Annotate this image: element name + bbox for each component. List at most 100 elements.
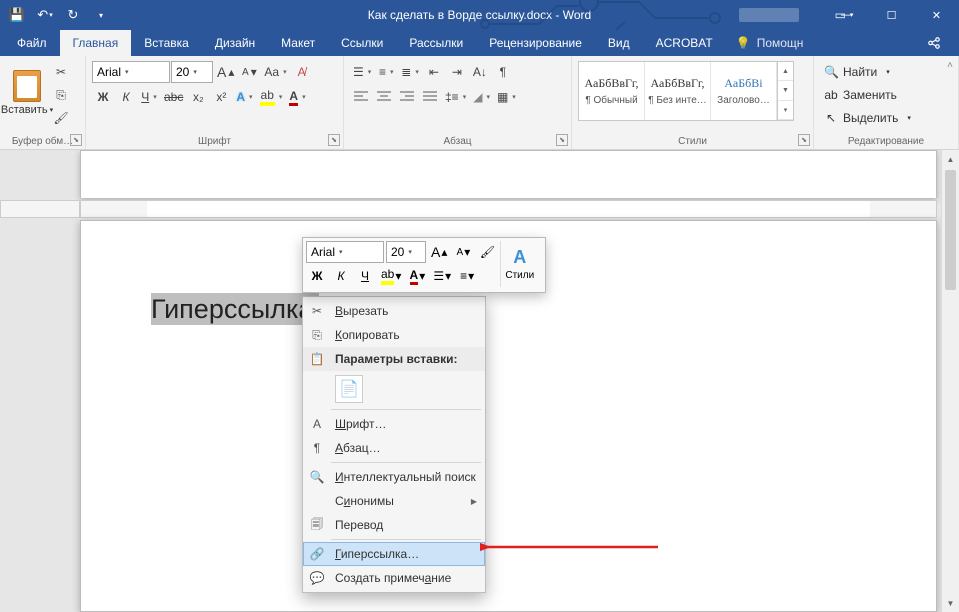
translate-icon: 🗐: [307, 515, 327, 536]
page-previous-fragment: [80, 150, 937, 198]
sort-button[interactable]: A↓: [469, 61, 491, 83]
tell-me-box[interactable]: 💡Помощн: [726, 30, 814, 56]
tab-mailings[interactable]: Рассылки: [396, 30, 476, 56]
qat-customize-button[interactable]: ▾: [88, 2, 114, 28]
maximize-button[interactable]: ☐: [869, 0, 914, 30]
style-heading1[interactable]: АаБбВіЗаголово…: [711, 62, 777, 120]
line-spacing-button[interactable]: ‡≡▾: [442, 86, 469, 108]
ctx-cut[interactable]: ✂Вырезать: [303, 299, 485, 323]
align-left-button[interactable]: [350, 86, 372, 108]
tab-file[interactable]: Файл: [4, 30, 60, 56]
mini-bullets[interactable]: ☰▾: [430, 265, 454, 287]
show-marks-button[interactable]: ¶: [492, 61, 514, 83]
mini-font-combo[interactable]: Arial▾: [306, 241, 384, 263]
mini-numbering[interactable]: ≡▾: [456, 265, 478, 287]
mini-highlight[interactable]: ab▾: [378, 265, 404, 287]
undo-button[interactable]: ↶▾: [32, 2, 58, 28]
mini-styles-button[interactable]: A Стили: [500, 241, 538, 287]
horizontal-ruler[interactable]: [80, 200, 937, 218]
tab-home[interactable]: Главная: [60, 30, 132, 56]
mini-grow-font[interactable]: A▴: [428, 241, 450, 263]
ctx-hyperlink[interactable]: 🔗Гиперссылка…: [303, 542, 485, 566]
styles-gallery-scroll[interactable]: ▲▼▾: [777, 62, 793, 120]
ctx-comment[interactable]: 💬Создать примечание: [303, 566, 485, 590]
decrease-indent-button[interactable]: ⇤: [423, 61, 445, 83]
strikethrough-button[interactable]: abc: [161, 86, 186, 108]
close-button[interactable]: ✕: [914, 0, 959, 30]
font-color-button[interactable]: A▾: [286, 86, 308, 108]
window-controls: — ☐ ✕: [824, 0, 959, 30]
bullets-button[interactable]: ☰▾: [350, 61, 374, 83]
ctx-font[interactable]: AШрифт…: [303, 412, 485, 436]
scroll-up-button[interactable]: ▲: [942, 150, 959, 168]
increase-indent-button[interactable]: ⇥: [446, 61, 468, 83]
minimize-button[interactable]: —: [824, 0, 869, 30]
italic-button[interactable]: К: [115, 86, 137, 108]
align-right-button[interactable]: [396, 86, 418, 108]
ctx-smart-lookup[interactable]: 🔍Интеллектуальный поиск: [303, 465, 485, 489]
copy-button[interactable]: ⎘: [50, 84, 72, 106]
bold-button[interactable]: Ж: [92, 86, 114, 108]
account-area[interactable]: [719, 0, 819, 30]
style-no-spacing[interactable]: АаБбВвГг,¶ Без инте…: [645, 62, 711, 120]
styles-dialog-launcher[interactable]: ⬊: [798, 134, 810, 146]
font-name-combo[interactable]: Arial▾: [92, 61, 170, 83]
font-size-combo[interactable]: 20▾: [171, 61, 213, 83]
cut-button[interactable]: ✂: [50, 61, 72, 83]
highlight-button[interactable]: ab▾: [257, 86, 286, 108]
share-button[interactable]: [915, 30, 953, 56]
paste-button[interactable]: Вставить▾: [6, 59, 48, 127]
tab-acrobat[interactable]: ACROBAT: [643, 30, 726, 56]
replace-button[interactable]: abЗаменить: [820, 84, 915, 106]
subscript-button[interactable]: x₂: [187, 86, 209, 108]
tab-insert[interactable]: Вставка: [131, 30, 202, 56]
clear-formatting-button[interactable]: A̸: [291, 61, 313, 83]
mini-format-painter[interactable]: 🖌: [476, 241, 498, 263]
numbering-button[interactable]: ≡▾: [375, 61, 397, 83]
ctx-translate[interactable]: 🗐Перевод: [303, 513, 485, 537]
borders-button[interactable]: ▦▾: [494, 86, 519, 108]
ctx-synonyms[interactable]: Синонимы▶: [303, 489, 485, 513]
superscript-button[interactable]: x²: [210, 86, 232, 108]
mini-shrink-font[interactable]: A▾: [452, 241, 474, 263]
text-effects-button[interactable]: A▾: [233, 86, 255, 108]
paste-option-keep-text[interactable]: 📄: [335, 375, 363, 403]
select-button[interactable]: ↖Выделить▾: [820, 107, 915, 129]
scroll-thumb[interactable]: [945, 170, 956, 290]
multilevel-list-button[interactable]: ≣▾: [398, 61, 422, 83]
style-normal[interactable]: АаБбВвГг,¶ Обычный: [579, 62, 645, 120]
format-painter-button[interactable]: 🖌: [50, 107, 72, 129]
mini-italic[interactable]: К: [330, 265, 352, 287]
tab-layout[interactable]: Макет: [268, 30, 328, 56]
clipboard-dialog-launcher[interactable]: ⬊: [70, 134, 82, 146]
mini-size-combo[interactable]: 20▾: [386, 241, 426, 263]
font-dialog-launcher[interactable]: ⬊: [328, 134, 340, 146]
scroll-down-button[interactable]: ▼: [942, 594, 959, 612]
selected-text[interactable]: Гиперссылка: [151, 293, 319, 325]
mini-bold[interactable]: Ж: [306, 265, 328, 287]
vertical-scrollbar[interactable]: ▲ ▼: [941, 150, 959, 612]
ctx-paragraph[interactable]: ¶Абзац…: [303, 436, 485, 460]
justify-button[interactable]: [419, 86, 441, 108]
find-button[interactable]: 🔍Найти▾: [820, 61, 915, 83]
change-case-button[interactable]: Aa▾: [261, 61, 289, 83]
group-styles: АаБбВвГг,¶ Обычный АаБбВвГг,¶ Без инте… …: [572, 56, 814, 149]
save-button[interactable]: 💾: [4, 2, 30, 28]
ctx-copy[interactable]: ⎘Копировать: [303, 323, 485, 347]
redo-button[interactable]: ↻: [60, 2, 86, 28]
tab-view[interactable]: Вид: [595, 30, 643, 56]
shading-button[interactable]: ◢▾: [470, 86, 493, 108]
underline-button[interactable]: Ч▾: [138, 86, 160, 108]
styles-gallery[interactable]: АаБбВвГг,¶ Обычный АаБбВвГг,¶ Без инте… …: [578, 61, 794, 121]
shrink-font-button[interactable]: A▾: [238, 61, 260, 83]
mini-font-color[interactable]: A▾: [406, 265, 428, 287]
collapse-ribbon-button[interactable]: ˄: [943, 58, 957, 73]
replace-icon: ab: [824, 88, 838, 102]
paragraph-dialog-launcher[interactable]: ⬊: [556, 134, 568, 146]
tab-design[interactable]: Дизайн: [202, 30, 268, 56]
grow-font-button[interactable]: A▴: [214, 61, 237, 83]
tab-review[interactable]: Рецензирование: [476, 30, 595, 56]
mini-underline[interactable]: Ч: [354, 265, 376, 287]
align-center-button[interactable]: [373, 86, 395, 108]
tab-references[interactable]: Ссылки: [328, 30, 396, 56]
